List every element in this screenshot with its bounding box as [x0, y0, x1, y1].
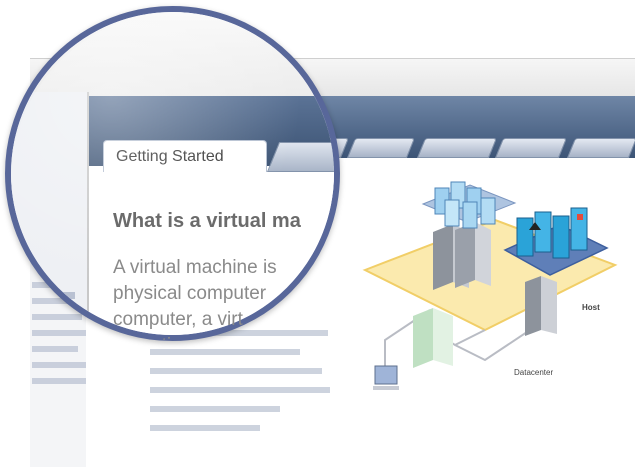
- tab-4[interactable]: [416, 138, 498, 158]
- tab-5[interactable]: [494, 138, 568, 158]
- tab-6[interactable]: [566, 138, 635, 158]
- datacenter-diagram: [362, 181, 618, 390]
- network-link-3: [384, 319, 416, 370]
- magnified-sidebar-lines: [33, 292, 75, 335]
- content-heading: What is a virtual ma: [113, 210, 301, 232]
- paragraph-line-2: physical computer: [113, 283, 267, 304]
- client-workstation: [373, 365, 399, 390]
- datacenter-label: Datacenter: [514, 368, 554, 377]
- tab-getting-started-label: Getting Started: [116, 148, 224, 165]
- paragraph-line-1: A virtual machine is: [113, 257, 277, 278]
- host-label: Host: [582, 303, 600, 312]
- server-host-right: [525, 276, 557, 336]
- body-placeholder-lines: [150, 330, 330, 444]
- magnified-titlebar: [11, 12, 334, 98]
- server-rack-left: [433, 222, 491, 290]
- management-server: [413, 308, 453, 368]
- tab-3[interactable]: [346, 138, 416, 158]
- magnified-tab-2[interactable]: [266, 142, 334, 172]
- tab-getting-started[interactable]: Getting Started: [103, 140, 267, 173]
- virtual-machines-left: [434, 181, 496, 229]
